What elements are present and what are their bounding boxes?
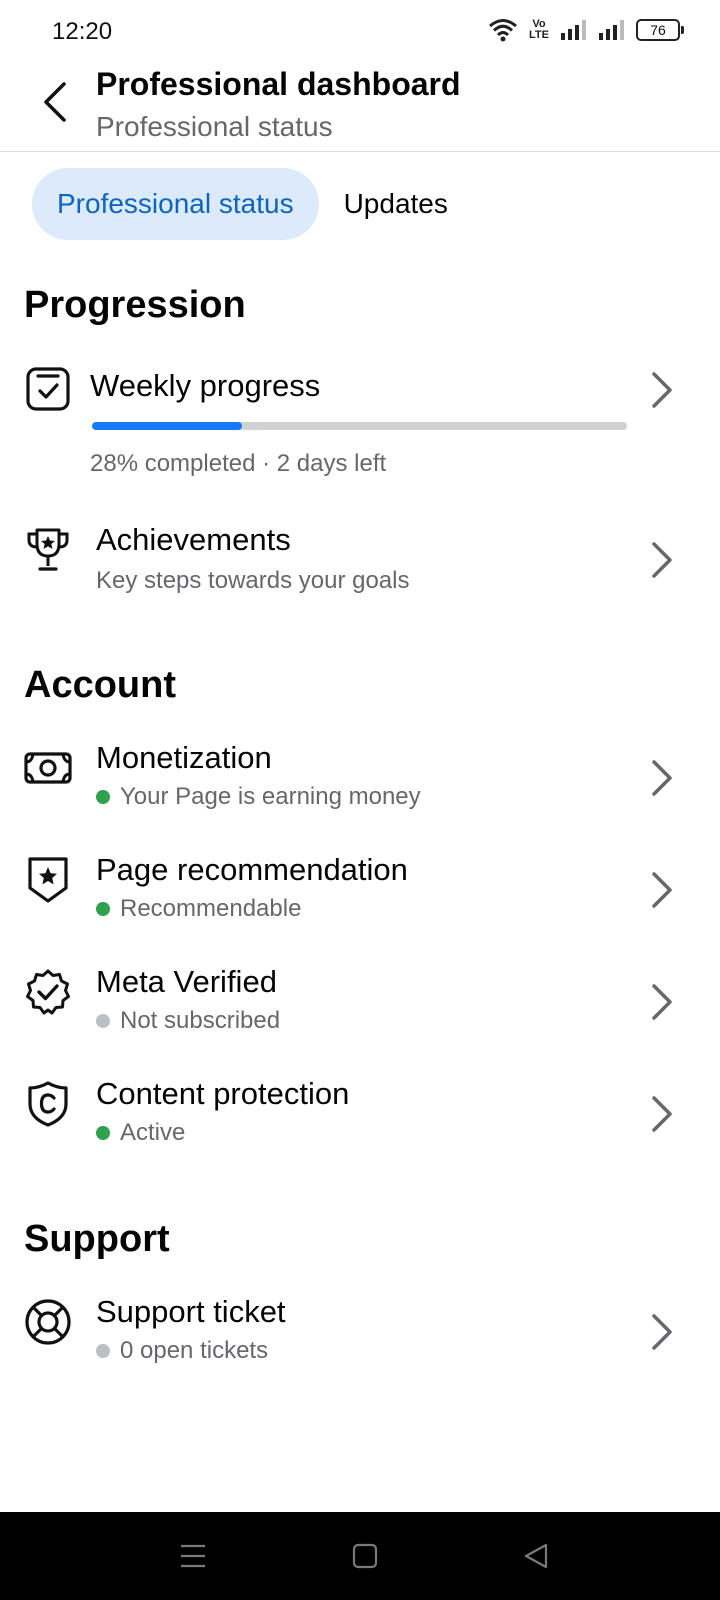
checklist-icon	[24, 365, 72, 413]
meta-verified-status: Not subscribed	[96, 1007, 280, 1035]
chevron-right-icon	[644, 868, 680, 912]
content-protection-status: Active	[96, 1119, 185, 1147]
page-recommendation-row[interactable]: Page recommendation Recommendable	[0, 852, 720, 942]
meta-verified-title: Meta Verified	[96, 964, 277, 999]
page-recommendation-status: Recommendable	[96, 895, 301, 923]
tab-bar: Professional status Updates	[32, 168, 473, 240]
content-protection-status-text: Active	[120, 1119, 186, 1146]
back-triangle-icon[interactable]	[514, 1534, 558, 1578]
weekly-progress-row[interactable]: Weekly progress 28% completed · 2 days l…	[0, 360, 720, 490]
header: Professional dashboard Professional stat…	[0, 60, 720, 152]
status-dot	[96, 902, 110, 916]
chevron-left-icon	[40, 81, 68, 128]
support-ticket-title: Support ticket	[96, 1294, 286, 1329]
star-badge-icon	[24, 856, 72, 904]
status-dot	[96, 790, 110, 804]
content-protection-row[interactable]: Content protection Active	[0, 1076, 720, 1166]
back-button[interactable]	[28, 78, 80, 130]
weekly-progress-bar	[92, 422, 627, 430]
chevron-right-icon	[644, 1310, 680, 1354]
status-dot	[96, 1126, 110, 1140]
system-nav-bar	[0, 1512, 720, 1600]
wifi-icon	[488, 18, 518, 42]
section-title-support: Support	[24, 1218, 170, 1260]
meta-verified-status-text: Not subscribed	[120, 1007, 281, 1034]
chevron-right-icon	[644, 1092, 680, 1136]
monetization-title: Monetization	[96, 740, 272, 775]
monetization-status-text: Your Page is earning money	[120, 783, 421, 810]
page-title: Professional dashboard	[96, 66, 461, 102]
meta-verified-row[interactable]: Meta Verified Not subscribed	[0, 964, 720, 1054]
signal-icon	[560, 19, 588, 41]
support-ticket-row[interactable]: Support ticket 0 open tickets	[0, 1294, 720, 1384]
achievements-title: Achievements	[96, 522, 291, 557]
status-icons: Vo LTE 76	[488, 18, 684, 42]
chevron-right-icon	[644, 538, 680, 582]
page-recommendation-status-text: Recommendable	[120, 895, 302, 922]
menu-icon[interactable]	[171, 1534, 215, 1578]
weekly-progress-fill	[92, 422, 242, 430]
trophy-icon	[24, 526, 72, 574]
section-title-progression: Progression	[24, 284, 246, 326]
tab-updates[interactable]: Updates	[319, 168, 473, 240]
chevron-right-icon	[644, 368, 680, 412]
status-time: 12:20	[52, 18, 113, 45]
battery-icon: 76	[636, 19, 684, 41]
chevron-right-icon	[644, 980, 680, 1024]
status-dot	[96, 1014, 110, 1028]
section-title-account: Account	[24, 664, 176, 706]
money-icon	[24, 744, 72, 792]
support-ticket-status: 0 open tickets	[96, 1337, 268, 1365]
monetization-row[interactable]: Monetization Your Page is earning money	[0, 740, 720, 830]
page-recommendation-title: Page recommendation	[96, 852, 408, 887]
lifebuoy-icon	[24, 1298, 72, 1346]
home-square-icon[interactable]	[343, 1534, 387, 1578]
monetization-status: Your Page is earning money	[96, 783, 421, 811]
achievements-row[interactable]: Achievements Key steps towards your goal…	[0, 522, 720, 612]
professional-dashboard-screen: 12:20 Vo LTE 76 Professional dashboard P…	[0, 0, 720, 1600]
content-protection-title: Content protection	[96, 1076, 350, 1111]
status-bar: 12:20 Vo LTE 76	[0, 0, 720, 60]
achievements-subtitle: Key steps towards your goals	[96, 567, 410, 594]
signal-icon	[598, 19, 626, 41]
copyright-shield-icon	[24, 1080, 72, 1128]
status-dot	[96, 1344, 110, 1358]
page-subtitle: Professional status	[96, 111, 333, 142]
volte-icon: Vo LTE	[529, 18, 549, 41]
tab-professional-status[interactable]: Professional status	[32, 168, 319, 240]
verified-badge-icon	[24, 968, 72, 1016]
support-ticket-status-text: 0 open tickets	[120, 1337, 269, 1364]
chevron-right-icon	[644, 756, 680, 800]
weekly-progress-title: Weekly progress	[90, 368, 321, 403]
weekly-progress-subtitle: 28% completed · 2 days left	[90, 450, 387, 477]
